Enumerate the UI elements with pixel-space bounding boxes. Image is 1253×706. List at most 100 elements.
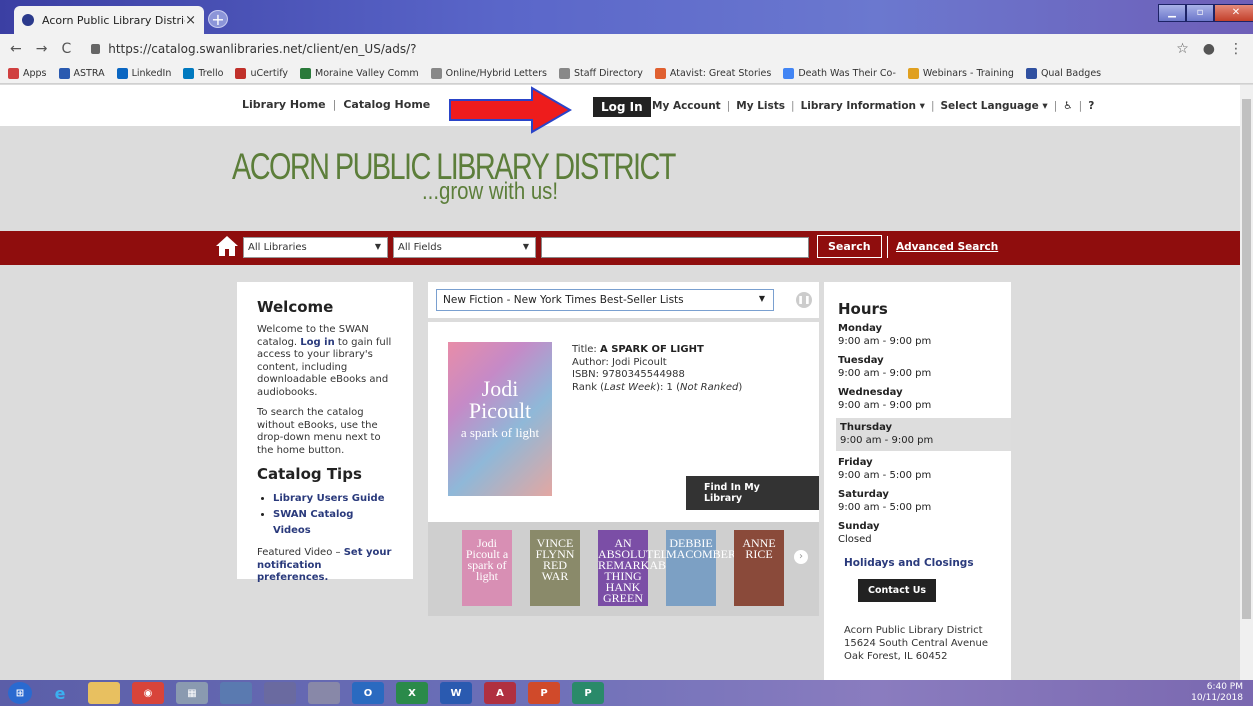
library-select[interactable]: All Libraries ▼ bbox=[243, 237, 388, 258]
search-button[interactable]: Search bbox=[817, 235, 882, 258]
hours-row: Thursday 9:00 am - 9:00 pm bbox=[836, 418, 1011, 451]
catalog-tips-heading: Catalog Tips bbox=[257, 465, 362, 483]
advanced-search-link[interactable]: Advanced Search bbox=[887, 236, 998, 258]
bookmark-item[interactable]: Staff Directory bbox=[558, 68, 643, 79]
bookmark-item[interactable]: Trello bbox=[183, 68, 223, 79]
minimize-icon[interactable]: ▁ bbox=[1158, 4, 1186, 22]
book-thumbnail[interactable]: AN ABSOLUTELY REMARKABLE THING HANK GREE… bbox=[598, 530, 681, 606]
menu-icon[interactable]: ⋮ bbox=[1229, 41, 1243, 57]
start-button[interactable]: ⊞ bbox=[8, 682, 32, 704]
tips-list: Library Users Guide SWAN Catalog Videos bbox=[273, 491, 393, 539]
new-tab-button[interactable]: + bbox=[208, 10, 228, 28]
reload-icon[interactable]: C bbox=[61, 41, 71, 57]
bookmark-item[interactable]: ASTRA bbox=[58, 68, 105, 79]
bookmark-item[interactable]: Moraine Valley Comm bbox=[300, 68, 419, 79]
bookmark-icon bbox=[654, 68, 666, 79]
forward-icon[interactable]: → bbox=[36, 41, 48, 57]
bookmark-item[interactable]: Death Was Their Co- bbox=[783, 68, 896, 79]
catalog-home-link[interactable]: Catalog Home bbox=[343, 98, 430, 111]
library-address: Acorn Public Library District 15624 South… bbox=[844, 625, 988, 662]
project-icon[interactable]: P bbox=[572, 682, 604, 704]
chrome-icon[interactable]: ◉ bbox=[132, 682, 164, 704]
book-cover[interactable]: Jodi Picoult a spark of light bbox=[448, 342, 552, 496]
top-nav: Library Home | Catalog Home Log In My Acco… bbox=[0, 85, 1240, 126]
book-thumbnail[interactable]: Jodi Picoult a spark of light bbox=[462, 530, 512, 606]
star-icon[interactable]: ☆ bbox=[1176, 41, 1189, 57]
bookmark-icon bbox=[235, 68, 247, 79]
scroll-thumb[interactable] bbox=[1242, 99, 1251, 619]
bookmarks-bar: Apps ASTRA LinkedIn Trello uCertify Moraine V… bbox=[0, 64, 1253, 84]
search-input[interactable] bbox=[541, 237, 809, 258]
notepad-icon[interactable] bbox=[220, 682, 252, 704]
word-icon[interactable]: W bbox=[440, 682, 472, 704]
my-account-link[interactable]: My Account bbox=[652, 100, 721, 112]
find-in-library-button[interactable]: Find In My Library bbox=[686, 476, 819, 510]
holidays-link[interactable]: Holidays and Closings bbox=[844, 557, 997, 569]
contact-us-button[interactable]: Contact Us bbox=[858, 579, 937, 602]
access-icon[interactable]: A bbox=[484, 682, 516, 704]
maximize-icon[interactable]: ▫ bbox=[1186, 4, 1214, 22]
outlook-icon[interactable]: O bbox=[352, 682, 384, 704]
bookmark-item[interactable]: Online/Hybrid Letters bbox=[430, 68, 547, 79]
book-thumbnail[interactable]: DEBBIE MACOMBER bbox=[666, 530, 736, 606]
bookmark-icon bbox=[58, 68, 70, 79]
book-author: Author: Jodi Picoult bbox=[572, 356, 667, 368]
bookmark-item[interactable]: Apps bbox=[8, 68, 47, 79]
browser-titlebar: Acorn Public Library District × + ▁ ▫ ✕ bbox=[0, 0, 1253, 34]
pause-icon[interactable]: ❚❚ bbox=[796, 292, 812, 308]
bookmark-item[interactable]: LinkedIn bbox=[116, 68, 171, 79]
select-language-menu[interactable]: Select Language ▾ bbox=[940, 100, 1047, 112]
system-clock[interactable]: 6:40 PM 10/11/2018 bbox=[1191, 682, 1243, 704]
page-scrollbar[interactable] bbox=[1240, 85, 1253, 680]
logo-tagline: ...grow with us! bbox=[422, 178, 559, 205]
calculator-icon[interactable]: ▦ bbox=[176, 682, 208, 704]
featured-video: Featured Video – Set your notification p… bbox=[257, 547, 392, 583]
excel-icon[interactable]: X bbox=[396, 682, 428, 704]
library-home-link[interactable]: Library Home bbox=[242, 98, 326, 111]
bookmark-item[interactable]: Atavist: Great Stories bbox=[654, 68, 771, 79]
bookmark-icon bbox=[907, 68, 919, 79]
browser-tab[interactable]: Acorn Public Library District × bbox=[14, 6, 204, 34]
home-icon[interactable] bbox=[215, 235, 239, 257]
url-field[interactable]: https://catalog.swanlibraries.net/client… bbox=[108, 42, 1176, 56]
library-logo[interactable]: ACORN PUBLIC LIBRARY DISTRICT ...grow wi… bbox=[0, 126, 1240, 236]
powerpoint-icon[interactable]: P bbox=[528, 682, 560, 704]
login-link[interactable]: Log in bbox=[300, 337, 334, 348]
tab-close-icon[interactable]: × bbox=[185, 13, 196, 28]
windows-taskbar: ⊞ e ◉ ▦ O X W A P P 6:40 PM 10/11/2018 bbox=[0, 680, 1253, 706]
bookmark-icon bbox=[558, 68, 570, 79]
my-lists-link[interactable]: My Lists bbox=[736, 100, 785, 112]
bookmark-item[interactable]: uCertify bbox=[235, 68, 288, 79]
ie-icon[interactable]: e bbox=[44, 682, 76, 704]
next-arrow-icon[interactable]: › bbox=[794, 550, 808, 564]
snipping-icon[interactable] bbox=[308, 682, 340, 704]
web-page: Library Home | Catalog Home Log In My Acco… bbox=[0, 85, 1240, 680]
bookmark-icon bbox=[8, 68, 19, 79]
ebook-text: To search the catalog without eBooks, us… bbox=[257, 407, 381, 456]
profile-icon[interactable]: ● bbox=[1203, 41, 1215, 57]
hours-heading: Hours bbox=[838, 300, 888, 318]
catalog-videos-link[interactable]: SWAN Catalog Videos bbox=[273, 509, 353, 536]
hours-row: Friday 9:00 am - 5:00 pm bbox=[838, 457, 932, 481]
login-button[interactable]: Log In bbox=[593, 97, 651, 117]
back-icon[interactable]: ← bbox=[10, 41, 22, 57]
paint-icon[interactable] bbox=[264, 682, 296, 704]
bookmark-item[interactable]: Webinars - Training bbox=[907, 68, 1014, 79]
window-controls: ▁ ▫ ✕ bbox=[1158, 4, 1253, 22]
library-info-menu[interactable]: Library Information ▾ bbox=[801, 100, 925, 112]
book-thumbnail[interactable]: ANNE RICE bbox=[734, 530, 784, 606]
field-select[interactable]: All Fields ▼ bbox=[393, 237, 536, 258]
book-isbn: ISBN: 9780345544988 bbox=[572, 369, 685, 380]
list-select[interactable]: New Fiction - New York Times Best-Seller… bbox=[436, 289, 774, 311]
bookmark-icon bbox=[430, 68, 442, 79]
globe-icon bbox=[22, 14, 34, 26]
book-title: A SPARK OF LIGHT bbox=[599, 344, 704, 355]
users-guide-link[interactable]: Library Users Guide bbox=[273, 493, 384, 504]
help-icon[interactable]: ? bbox=[1088, 100, 1094, 112]
accessibility-icon[interactable]: ♿ bbox=[1063, 100, 1072, 112]
folder-icon[interactable] bbox=[88, 682, 120, 704]
book-thumbnail[interactable]: VINCE FLYNN RED WAR bbox=[530, 530, 580, 606]
bookmark-icon bbox=[183, 68, 195, 79]
bookmark-item[interactable]: Qual Badges bbox=[1025, 68, 1101, 79]
close-window-icon[interactable]: ✕ bbox=[1214, 4, 1253, 22]
